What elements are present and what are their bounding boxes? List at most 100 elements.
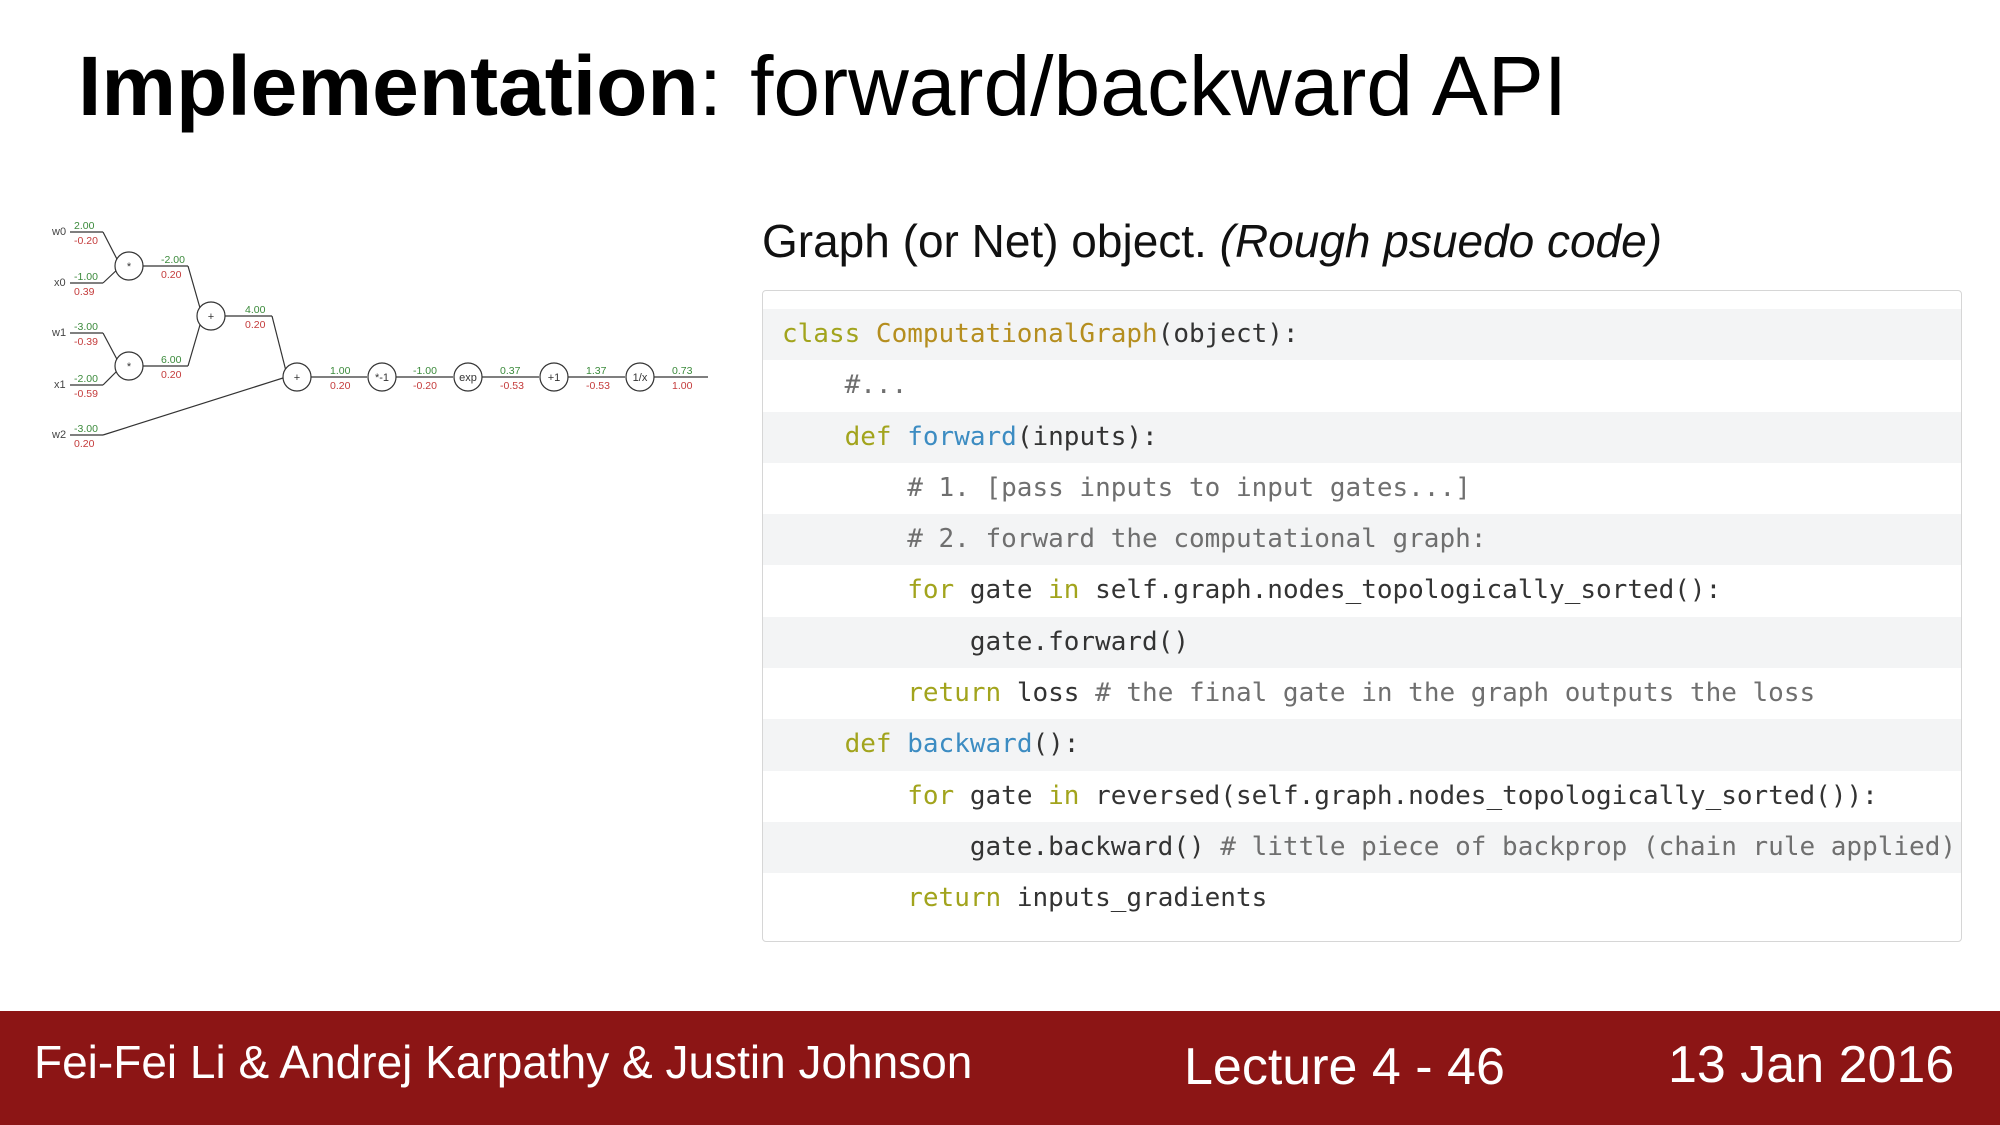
input-values: 2.00 -0.20 -1.00 0.39 -3.00 -0.39 -2.00 … <box>74 220 98 450</box>
node-neg-label: *-1 <box>375 372 389 384</box>
code-token: gate.forward() <box>782 626 1189 657</box>
title-bold: Implementation <box>78 39 699 133</box>
input-value-w1: -3.00 <box>74 321 98 333</box>
edge-value-mul0: -2.00 <box>161 254 185 266</box>
code-caption: Graph (or Net) object. (Rough psuedo cod… <box>762 214 1662 268</box>
code-token: return <box>907 883 1017 914</box>
edge-grad-add1: 0.20 <box>330 380 351 392</box>
code-line: for gate in self.graph.nodes_topological… <box>763 565 1961 616</box>
code-token: forward <box>907 421 1017 452</box>
input-grad-w2: 0.20 <box>74 438 95 450</box>
code-token: (object): <box>1157 319 1299 349</box>
code-line: # 2. forward the computational graph: <box>763 514 1961 566</box>
code-line: return loss # the final gate in the grap… <box>763 668 1961 719</box>
code-token: return <box>907 678 1017 709</box>
code-token: def <box>844 729 908 760</box>
code-token: for <box>907 575 970 606</box>
node-plus1-label: +1 <box>548 372 561 384</box>
edge-value-exp: 0.37 <box>500 365 521 377</box>
code-token: # little piece of backprop (chain rule a… <box>1220 831 1957 862</box>
code-token: in <box>1048 575 1096 606</box>
code-token: (): <box>1032 729 1080 760</box>
input-value-w2: -3.00 <box>74 423 98 435</box>
code-line: def forward(inputs): <box>763 411 1961 463</box>
code-token: backward <box>907 729 1033 760</box>
code-token: # 1. [pass inputs to input gates...] <box>782 472 1471 503</box>
node-inv-label: 1/x <box>633 372 648 384</box>
edge-value-add1: 1.00 <box>330 365 351 377</box>
footer-lecture: Lecture 4 - 46 <box>1184 1038 1505 1096</box>
edge-add0-add1 <box>271 315 288 376</box>
title-colon: : <box>698 39 723 133</box>
edge-grad-inv: 1.00 <box>672 380 693 392</box>
edge-w2-add <box>102 377 284 436</box>
code-line: class ComputationalGraph(object): <box>763 309 1961 361</box>
code-token: # the final gate in the graph outputs th… <box>1095 678 1816 709</box>
input-value-x0: -1.00 <box>74 271 98 283</box>
computational-graph: * * + + *-1 exp +1 1/x w0 x0 w1 x1 w2 2.… <box>40 215 720 465</box>
input-names: w0 x0 w1 x1 w2 <box>51 226 66 441</box>
code-line: # 1. [pass inputs to input gates...] <box>763 463 1961 514</box>
input-grad-w0: -0.20 <box>74 235 98 247</box>
node-mul-0-label: * <box>127 261 132 273</box>
input-name-w1: w1 <box>51 327 66 339</box>
node-add-1-label: + <box>294 372 300 384</box>
code-line: gate.forward() <box>763 616 1961 669</box>
code-line: gate.backward() # little piece of backpr… <box>763 821 1961 874</box>
edge-values: -2.00 0.20 6.00 0.20 4.00 0.20 1.00 0.20… <box>161 254 693 392</box>
code-token: gate <box>969 780 1049 811</box>
node-mul-1-label: * <box>127 361 132 373</box>
input-grad-x0: 0.39 <box>74 286 95 298</box>
code-token: for <box>907 780 970 811</box>
code-block: class ComputationalGraph(object): #... d… <box>762 290 1962 942</box>
input-name-w0: w0 <box>51 226 66 238</box>
code-token: # 2. forward the computational graph: <box>782 524 1487 555</box>
code-line: for gate in reversed(self.graph.nodes_to… <box>763 771 1961 822</box>
edge-grad-neg: -0.20 <box>413 380 437 392</box>
code-token: reversed(self.graph.nodes_topologically_… <box>1095 780 1878 811</box>
code-token: self.graph.nodes_topologically_sorted(): <box>1095 575 1722 606</box>
code-token: (inputs): <box>1016 421 1158 452</box>
code-token: in <box>1048 780 1096 811</box>
edge-value-inv: 0.73 <box>672 365 693 377</box>
input-name-w2: w2 <box>51 429 66 441</box>
edge-grad-plus1: -0.53 <box>586 380 610 392</box>
graph-nodes <box>114 251 655 392</box>
code-token: def <box>844 421 908 452</box>
code-token: #... <box>782 370 908 401</box>
slide-title: Implementation: forward/backward API <box>78 38 1567 135</box>
edge-value-neg: -1.00 <box>413 365 437 377</box>
edge-value-plus1: 1.37 <box>586 365 607 377</box>
code-token: ComputationalGraph <box>875 319 1158 349</box>
code-token: loss <box>1016 678 1096 709</box>
node-exp-label: exp <box>459 372 477 384</box>
input-value-x1: -2.00 <box>74 373 98 385</box>
input-grad-w1: -0.39 <box>74 336 98 348</box>
slide-footer: Fei-Fei Li & Andrej Karpathy & Justin Jo… <box>0 1011 2000 1125</box>
code-token: gate <box>969 575 1049 606</box>
edge-value-add0: 4.00 <box>245 304 266 316</box>
code-line: #... <box>763 360 1961 411</box>
edge-grad-exp: -0.53 <box>500 380 524 392</box>
edge-grad-mul0: 0.20 <box>161 269 182 281</box>
input-grad-x1: -0.59 <box>74 388 98 400</box>
edge-value-mul1: 6.00 <box>161 354 182 366</box>
node-add-0-label: + <box>208 311 214 323</box>
code-token: inputs_gradients <box>1016 883 1268 914</box>
code-line: return inputs_gradients <box>763 873 1961 924</box>
input-name-x1: x1 <box>54 379 66 391</box>
edge-grad-add0: 0.20 <box>245 319 266 331</box>
code-token: gate.backward() <box>782 831 1221 862</box>
edge-grad-mul1: 0.20 <box>161 369 182 381</box>
code-caption-text: Graph (or Net) object. <box>762 215 1220 267</box>
code-lines: class ComputationalGraph(object): #... d… <box>763 309 1961 925</box>
code-caption-italic: (Rough psuedo code) <box>1219 215 1663 267</box>
code-line: def backward(): <box>763 719 1961 771</box>
input-value-w0: 2.00 <box>74 220 95 232</box>
footer-authors: Fei-Fei Li & Andrej Karpathy & Justin Jo… <box>34 1036 973 1088</box>
